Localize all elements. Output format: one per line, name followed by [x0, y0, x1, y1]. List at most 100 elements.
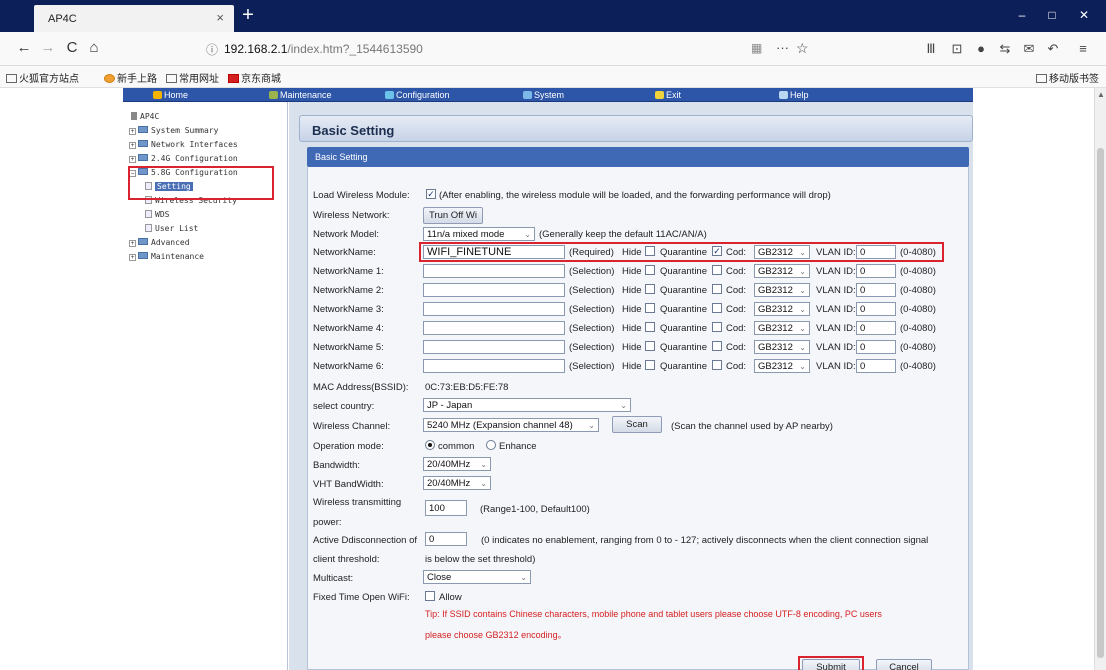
scan-button[interactable]: Scan [612, 416, 662, 433]
expand-icon[interactable]: + [129, 128, 136, 135]
tree-root[interactable]: AP4C [131, 111, 159, 122]
qr-code-icon[interactable]: ▦ [751, 41, 762, 55]
quarantine-checkbox[interactable] [712, 284, 722, 294]
sync-icon[interactable]: ⇆ [996, 41, 1014, 57]
network-name-input[interactable] [423, 264, 565, 278]
menu-help[interactable]: Help [779, 88, 809, 102]
expand-icon[interactable]: + [129, 240, 136, 247]
vlan-input[interactable]: 0 [856, 245, 896, 259]
encoding-select[interactable]: GB2312 ⌄ [754, 321, 810, 335]
vlan-input[interactable]: 0 [856, 302, 896, 316]
vertical-scrollbar[interactable]: ▲ [1094, 88, 1106, 670]
expand-icon[interactable]: + [129, 156, 136, 163]
vlan-input[interactable]: 0 [856, 359, 896, 373]
bookmark-item[interactable]: 火狐官方站点 [6, 70, 79, 85]
cancel-button[interactable]: Cancel [876, 659, 932, 670]
new-tab-icon[interactable]: + [236, 3, 260, 27]
load-module-checkbox[interactable]: ✓ [426, 189, 436, 199]
close-tab-icon[interactable]: × [216, 10, 224, 25]
hide-checkbox[interactable] [645, 322, 655, 332]
library-icon[interactable]: Ⅲ [922, 41, 940, 57]
tree-item-24g-configuration[interactable]: +2.4G Configuration [129, 153, 238, 164]
encoding-select[interactable]: GB2312 ⌄ [754, 283, 810, 297]
network-name-input[interactable] [423, 340, 565, 354]
vlan-input[interactable]: 0 [856, 264, 896, 278]
vlan-input[interactable]: 0 [856, 283, 896, 297]
sidebar-icon[interactable]: ⊡ [948, 41, 966, 57]
quarantine-checkbox[interactable]: ✓ [712, 246, 722, 256]
hide-checkbox[interactable] [645, 246, 655, 256]
menu-icon[interactable]: ≡ [1074, 41, 1092, 56]
info-icon[interactable]: ⓘ [206, 41, 218, 58]
maximize-icon[interactable]: □ [1042, 8, 1062, 22]
tree-item-system-summary[interactable]: + System Summary [129, 125, 218, 136]
minimize-icon[interactable]: – [1012, 8, 1032, 22]
bookmark-item[interactable]: 新手上路 [104, 70, 157, 85]
menu-home[interactable]: Home [153, 88, 188, 102]
home-icon[interactable]: ⌂ [84, 39, 104, 57]
url-text[interactable]: 192.168.2.1/index.htm?_1544613590 [224, 42, 423, 56]
url-bar[interactable]: ⓘ 192.168.2.1/index.htm?_1544613590 ▦ ··… [196, 37, 816, 61]
enhance-radio[interactable] [486, 440, 496, 450]
quarantine-checkbox[interactable] [712, 360, 722, 370]
active-disconnect-input[interactable]: 0 [425, 532, 467, 546]
expand-icon[interactable]: + [129, 254, 136, 261]
menu-exit[interactable]: Exit [655, 88, 681, 102]
page-actions-icon[interactable]: ··· [776, 40, 789, 55]
bandwidth-select[interactable]: 20/40MHz ⌄ [423, 457, 491, 471]
network-name-input[interactable] [423, 283, 565, 297]
quarantine-checkbox[interactable] [712, 322, 722, 332]
bookmark-item[interactable]: 常用网址 [166, 70, 219, 85]
fixed-time-checkbox[interactable] [425, 591, 435, 601]
encoding-select[interactable]: GB2312 ⌄ [754, 340, 810, 354]
encoding-select[interactable]: GB2312 ⌄ [754, 245, 810, 259]
mobile-bookmarks[interactable]: 移动版书签 [1036, 70, 1099, 85]
tree-item-wireless-security[interactable]: Wireless Security [145, 195, 237, 206]
hide-checkbox[interactable] [645, 360, 655, 370]
tree-item-maintenance[interactable]: + Maintenance [129, 251, 204, 262]
extension-icon[interactable]: ● [972, 41, 990, 56]
bookmark-item[interactable]: 京东商城 [228, 70, 281, 85]
hide-checkbox[interactable] [645, 284, 655, 294]
network-model-select[interactable]: 11n/a mixed mode ⌄ [423, 227, 535, 241]
tree-item-setting[interactable]: Setting [145, 181, 193, 192]
network-name-input[interactable] [423, 321, 565, 335]
hide-checkbox[interactable] [645, 265, 655, 275]
menu-configuration[interactable]: Configuration [385, 88, 450, 102]
quarantine-checkbox[interactable] [712, 265, 722, 275]
back-icon[interactable]: ← [14, 39, 34, 57]
hide-checkbox[interactable] [645, 303, 655, 313]
tree-item-network-interfaces[interactable]: + Network Interfaces [129, 139, 238, 150]
turn-off-wifi-button[interactable]: Trun Off Wi [423, 207, 483, 224]
scroll-up-icon[interactable]: ▲ [1097, 90, 1105, 99]
multicast-select[interactable]: Close ⌄ [423, 570, 531, 584]
encoding-select[interactable]: GB2312 ⌄ [754, 264, 810, 278]
menu-system[interactable]: System [523, 88, 564, 102]
tree-item-58g-configuration[interactable]: − 5.8G Configuration [129, 167, 238, 178]
tree-item-user-list[interactable]: User List [145, 223, 198, 234]
quarantine-checkbox[interactable] [712, 303, 722, 313]
chat-icon[interactable]: ✉ [1020, 41, 1038, 57]
channel-select[interactable]: 5240 MHz (Expansion channel 48) ⌄ [423, 418, 599, 432]
country-select[interactable]: JP - Japan ⌄ [423, 398, 631, 412]
vlan-input[interactable]: 0 [856, 340, 896, 354]
tree-item-advanced[interactable]: + Advanced [129, 237, 190, 248]
tx-power-input[interactable]: 100 [425, 500, 467, 516]
network-name-input[interactable] [423, 302, 565, 316]
encoding-select[interactable]: GB2312 ⌄ [754, 302, 810, 316]
vlan-input[interactable]: 0 [856, 321, 896, 335]
quarantine-checkbox[interactable] [712, 341, 722, 351]
menu-maintenance[interactable]: Maintenance [269, 88, 332, 102]
submit-button[interactable]: Submit [802, 659, 860, 670]
network-name-input[interactable] [423, 359, 565, 373]
network-name-input[interactable]: WIFI_FINETUNE [423, 245, 565, 259]
scroll-thumb[interactable] [1097, 148, 1104, 658]
undo-icon[interactable]: ↶ [1044, 41, 1062, 57]
encoding-select[interactable]: GB2312 ⌄ [754, 359, 810, 373]
reload-icon[interactable]: C [62, 39, 82, 57]
forward-icon[interactable]: → [38, 39, 58, 57]
collapse-icon[interactable]: − [129, 170, 136, 177]
close-window-icon[interactable]: ✕ [1074, 8, 1094, 22]
bookmark-star-icon[interactable]: ☆ [796, 40, 809, 57]
hide-checkbox[interactable] [645, 341, 655, 351]
